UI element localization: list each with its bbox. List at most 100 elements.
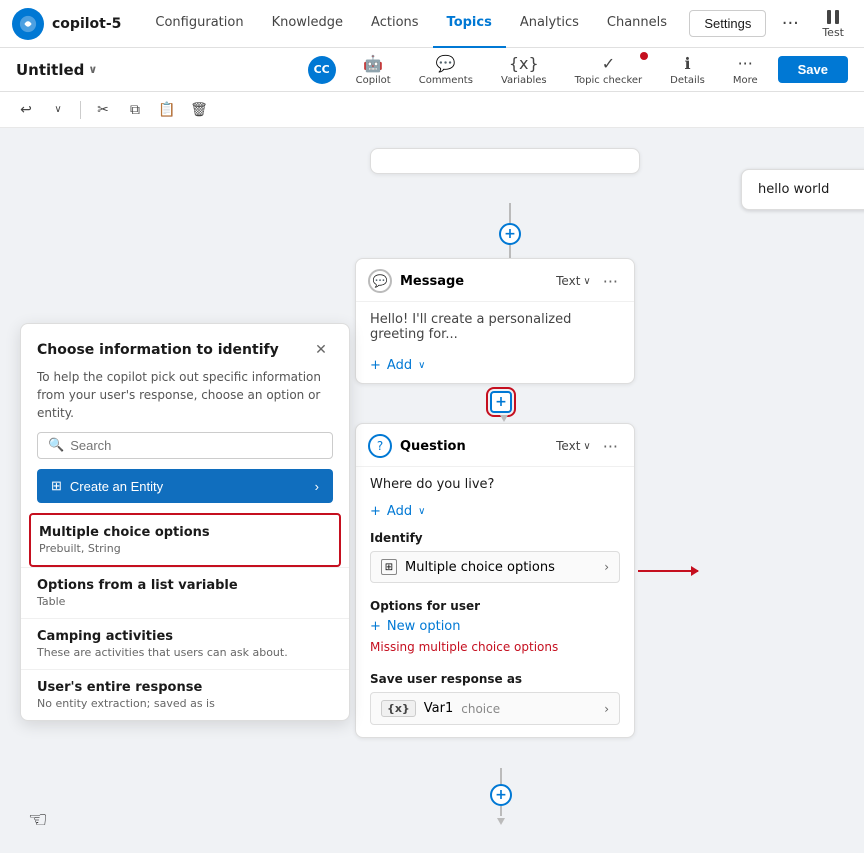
q-type-chevron-icon: ∨ (583, 441, 590, 452)
save-response-label: Save user response as (370, 672, 620, 686)
message-add-button[interactable]: + Add ∨ (356, 352, 634, 383)
connector-line (509, 203, 511, 223)
message-title: Message (400, 274, 548, 289)
identify-icon: ⊞ (381, 559, 397, 575)
save-response-section: Save user response as {x} Var1 choice › (356, 668, 634, 737)
arrow-down-bottom-icon (496, 816, 506, 826)
question-icon: ? (368, 434, 392, 458)
panel-item-subtitle: Prebuilt, String (39, 542, 331, 555)
title-chevron-icon[interactable]: ∨ (88, 63, 97, 76)
question-type-selector[interactable]: Text ∨ (556, 439, 591, 453)
message-type-selector[interactable]: Text ∨ (556, 274, 591, 288)
bottom-line (500, 768, 502, 784)
edit-toolbar: ↩ ∨ ✂ ⧉ 📋 🗑 (0, 92, 864, 128)
app-logo (12, 8, 44, 40)
test-button[interactable]: Test (814, 4, 852, 43)
variables-button[interactable]: {x} Variables (493, 50, 555, 90)
test-icon (824, 8, 842, 26)
phrases-value: hello world (741, 169, 864, 210)
topic-checker-button[interactable]: ✓ Topic checker (567, 50, 651, 90)
save-response-selector[interactable]: {x} Var1 choice › (370, 692, 620, 725)
nav-links: Configuration Knowledge Actions Topics A… (141, 0, 689, 48)
question-card: ? Question Text ∨ ··· Where do you live?… (355, 423, 635, 738)
comments-button[interactable]: 💬 Comments (411, 50, 481, 90)
message-more-button[interactable]: ··· (599, 272, 622, 291)
panel-item-subtitle: No entity extraction; saved as is (37, 697, 333, 710)
nav-channels[interactable]: Channels (593, 0, 681, 48)
add-button-1[interactable]: + (499, 223, 521, 245)
create-entity-arrow-icon: › (315, 479, 319, 494)
search-icon: 🔍 (48, 438, 64, 453)
toolbar-actions: CC 🤖 Copilot 💬 Comments {x} Variables ✓ … (308, 50, 848, 90)
panel-item-users-entire-response[interactable]: User's entire response No entity extract… (21, 669, 349, 720)
panel-item-title: Options from a list variable (37, 578, 333, 593)
question-title: Question (400, 439, 548, 454)
topic-checker-icon: ✓ (602, 54, 615, 73)
panel-item-options-from-list[interactable]: Options from a list variable Table (21, 567, 349, 618)
add-chevron-icon: ∨ (418, 360, 425, 371)
save-button[interactable]: Save (778, 56, 848, 83)
identify-section: Identify ⊞ Multiple choice options › (356, 527, 634, 595)
bottom-line-2 (500, 806, 502, 816)
panel-item-subtitle: Table (37, 595, 333, 608)
undo-button[interactable]: ↩ (12, 96, 40, 124)
nav-topics[interactable]: Topics (433, 0, 506, 48)
create-entity-icon: ⊞ (51, 478, 62, 494)
undo-dropdown[interactable]: ∨ (44, 96, 72, 124)
copilot-button[interactable]: 🤖 Copilot (348, 50, 399, 90)
copilot-icon: 🤖 (363, 54, 383, 73)
panel-header: Choose information to identify ✕ (21, 324, 349, 368)
delete-button[interactable]: 🗑 (185, 96, 213, 124)
create-entity-left: ⊞ Create an Entity (51, 478, 163, 494)
q-plus-icon: + (370, 504, 381, 519)
add-button-bottom[interactable]: + (490, 784, 512, 806)
message-icon: 💬 (368, 269, 392, 293)
search-input[interactable] (70, 438, 322, 453)
more-button[interactable]: ··· More (725, 50, 766, 90)
secondary-toolbar: Untitled ∨ CC 🤖 Copilot 💬 Comments {x} V… (0, 48, 864, 92)
more-icon: ··· (738, 54, 753, 73)
new-option-button[interactable]: + New option (370, 619, 620, 634)
nav-analytics[interactable]: Analytics (506, 0, 593, 48)
choose-information-panel: Choose information to identify ✕ To help… (20, 323, 350, 721)
nav-actions[interactable]: Actions (357, 0, 433, 48)
panel-title: Choose information to identify (37, 342, 279, 358)
panel-item-title: User's entire response (37, 680, 333, 695)
new-option-plus-icon: + (370, 619, 381, 634)
error-badge (640, 52, 648, 60)
cut-button[interactable]: ✂ (89, 96, 117, 124)
panel-item-title: Multiple choice options (39, 525, 331, 540)
settings-button[interactable]: Settings (689, 10, 766, 37)
message-card: 💬 Message Text ∨ ··· Hello! I'll create … (355, 258, 635, 384)
cc-avatar[interactable]: CC (308, 56, 336, 84)
create-entity-button[interactable]: ⊞ Create an Entity › (37, 469, 333, 503)
panel-item-subtitle: These are activities that users can ask … (37, 646, 333, 659)
plus-icon: + (370, 358, 381, 373)
cursor-indicator: ☜ (28, 808, 48, 833)
add-button-highlighted[interactable]: + (490, 391, 512, 413)
variables-icon: {x} (509, 54, 539, 73)
comments-icon: 💬 (436, 54, 456, 73)
panel-close-button[interactable]: ✕ (309, 338, 333, 362)
identify-arrow-icon: › (604, 560, 609, 574)
message-card-header: 💬 Message Text ∨ ··· (356, 259, 634, 302)
nav-more-button[interactable]: ··· (774, 8, 806, 40)
message-body: Hello! I'll create a personalized greeti… (356, 302, 634, 352)
bottom-connector: + (490, 768, 512, 826)
question-body: Where do you live? (356, 467, 634, 502)
details-button[interactable]: ℹ Details (662, 50, 713, 90)
arrow-line (638, 570, 698, 572)
nav-configuration[interactable]: Configuration (141, 0, 257, 48)
identify-selector[interactable]: ⊞ Multiple choice options › (370, 551, 620, 583)
question-more-button[interactable]: ··· (599, 437, 622, 456)
question-add-button[interactable]: + Add ∨ (356, 502, 634, 527)
document-title[interactable]: Untitled (16, 61, 84, 79)
copy-button[interactable]: ⧉ (121, 96, 149, 124)
paste-button[interactable]: 📋 (153, 96, 181, 124)
type-chevron-icon: ∨ (583, 276, 590, 287)
search-box[interactable]: 🔍 (37, 432, 333, 459)
nav-knowledge[interactable]: Knowledge (258, 0, 357, 48)
panel-item-camping-activities[interactable]: Camping activities These are activities … (21, 618, 349, 669)
save-response-arrow-icon: › (604, 702, 609, 716)
panel-item-multiple-choice[interactable]: Multiple choice options Prebuilt, String (29, 513, 341, 567)
